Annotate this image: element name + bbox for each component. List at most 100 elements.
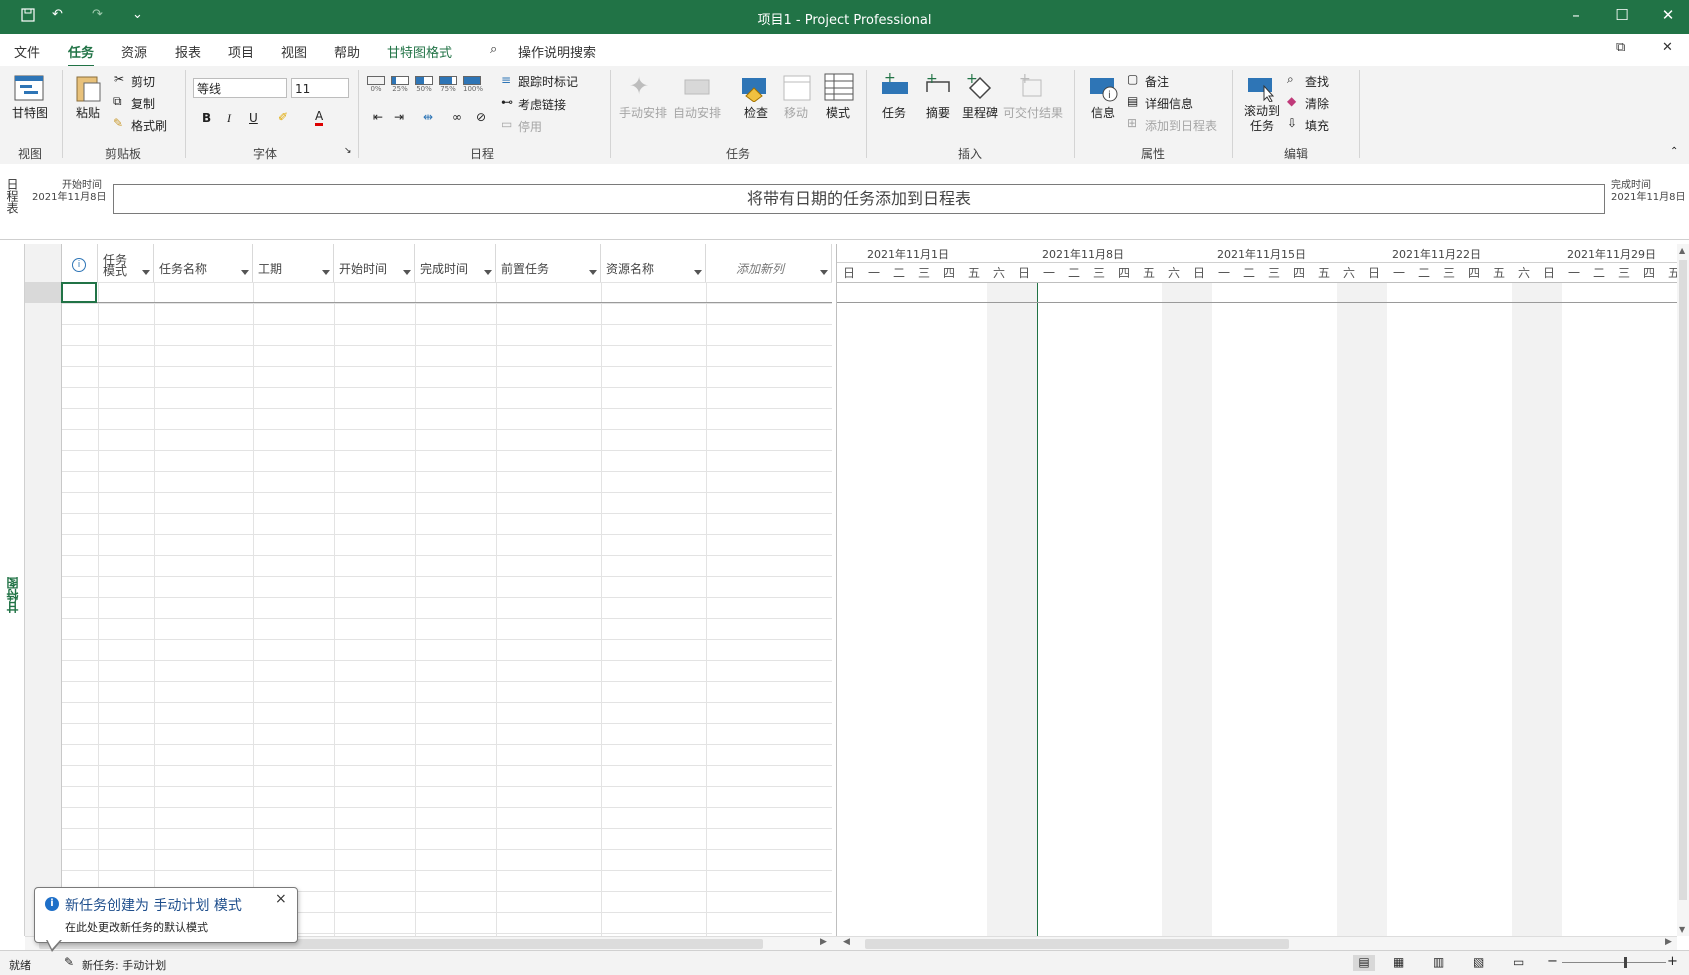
summary-button[interactable]: 摘要 bbox=[922, 104, 954, 121]
col-add-new[interactable]: 添加新列 bbox=[706, 244, 832, 282]
format-painter-button[interactable]: 格式刷 bbox=[131, 117, 167, 134]
dropdown-arrow-icon[interactable] bbox=[142, 270, 150, 275]
col-resource-names[interactable]: 资源名称 bbox=[601, 244, 706, 282]
tell-me-search[interactable]: 操作说明搜索 bbox=[518, 42, 596, 61]
active-cell[interactable] bbox=[61, 282, 97, 303]
gantt-chart-icon[interactable] bbox=[14, 74, 44, 102]
scroll-to-task-icon[interactable] bbox=[1246, 74, 1276, 103]
notice-close-icon[interactable]: × bbox=[275, 891, 287, 907]
underline-button[interactable]: U bbox=[249, 111, 258, 125]
milestone-icon[interactable]: + bbox=[964, 71, 994, 100]
zoom-out-icon[interactable]: − bbox=[1547, 954, 1558, 969]
italic-button[interactable]: I bbox=[227, 111, 231, 126]
status-new-task-mode[interactable]: 新任务: 手动计划 bbox=[82, 957, 166, 973]
fill-button[interactable]: 填充 bbox=[1305, 117, 1329, 134]
pct-25-button[interactable]: 25% bbox=[391, 76, 409, 93]
zoom-slider-thumb[interactable] bbox=[1624, 957, 1627, 968]
dropdown-arrow-icon[interactable] bbox=[484, 270, 492, 275]
mode-button[interactable]: 模式 bbox=[822, 104, 854, 121]
scroll-to-task-button[interactable]: 滚动到 任务 bbox=[1240, 104, 1284, 134]
copy-icon[interactable]: ⧉ bbox=[113, 94, 122, 109]
font-name-combo[interactable]: 等线 bbox=[193, 78, 287, 98]
cut-button[interactable]: 剪切 bbox=[131, 73, 155, 90]
restore-ribbon-icon[interactable]: ⧉ bbox=[1616, 40, 1625, 55]
mark-on-track-button[interactable]: 跟踪时标记 bbox=[518, 73, 578, 90]
menu-resource[interactable]: 资源 bbox=[121, 42, 147, 61]
highlight-icon[interactable]: ✐ bbox=[278, 110, 288, 124]
notes-button[interactable]: 备注 bbox=[1145, 73, 1169, 90]
col-predecessors[interactable]: 前置任务 bbox=[496, 244, 601, 282]
menu-gantt-format[interactable]: 甘特图格式 bbox=[387, 42, 452, 61]
respect-links-icon[interactable]: ⊷ bbox=[501, 95, 513, 109]
outdent-icon[interactable]: ⇤ bbox=[373, 110, 383, 124]
col-task-name[interactable]: 任务名称 bbox=[154, 244, 253, 282]
auto-schedule-button[interactable]: 自动安排 bbox=[672, 104, 722, 121]
col-task-mode[interactable]: 任务 模式 bbox=[98, 244, 154, 282]
menu-help[interactable]: 帮助 bbox=[334, 42, 360, 61]
resource-sheet-icon[interactable]: ▧ bbox=[1473, 955, 1484, 969]
col-duration[interactable]: 工期 bbox=[253, 244, 334, 282]
dropdown-arrow-icon[interactable] bbox=[403, 270, 411, 275]
deliverable-icon[interactable]: + bbox=[1017, 71, 1047, 100]
split-task-icon[interactable]: ⇹ bbox=[423, 110, 433, 124]
menu-task[interactable]: 任务 bbox=[68, 42, 95, 68]
pin-icon[interactable]: ✦ bbox=[629, 72, 659, 100]
scroll-down-icon[interactable]: ▼ bbox=[1679, 925, 1685, 934]
notes-icon[interactable]: ▢ bbox=[1127, 72, 1138, 86]
milestone-button[interactable]: 里程碑 bbox=[960, 104, 1000, 121]
collapse-ribbon-icon[interactable]: ⌃ bbox=[1670, 146, 1678, 157]
information-button[interactable]: 信息 bbox=[1086, 104, 1120, 121]
task-insert-icon[interactable]: + bbox=[880, 70, 910, 100]
copy-button[interactable]: 复制 bbox=[131, 95, 155, 112]
minimize-icon[interactable]: – bbox=[1566, 6, 1586, 24]
mode-icon[interactable] bbox=[824, 72, 854, 101]
dropdown-arrow-icon[interactable] bbox=[820, 270, 828, 275]
dropdown-arrow-icon[interactable] bbox=[589, 270, 597, 275]
pct-0-button[interactable]: 0% bbox=[367, 76, 385, 93]
scroll-up-icon[interactable]: ▲ bbox=[1679, 246, 1685, 255]
bold-button[interactable]: B bbox=[202, 111, 211, 125]
move-button[interactable]: 移动 bbox=[780, 104, 812, 121]
dropdown-arrow-icon[interactable] bbox=[694, 270, 702, 275]
auto-schedule-icon[interactable] bbox=[683, 74, 713, 102]
indent-icon[interactable]: ⇥ bbox=[394, 110, 404, 124]
link-tasks-icon[interactable]: ∞ bbox=[452, 110, 462, 124]
chart-scroll-thumb[interactable] bbox=[865, 939, 1289, 949]
selected-row-header[interactable] bbox=[25, 282, 61, 303]
team-planner-icon[interactable]: ▥ bbox=[1433, 955, 1444, 969]
menu-report[interactable]: 报表 bbox=[175, 42, 201, 61]
format-painter-icon[interactable]: ✎ bbox=[113, 116, 123, 130]
menu-file[interactable]: 文件 bbox=[14, 42, 40, 61]
inactivate-button[interactable]: 停用 bbox=[518, 118, 542, 135]
clear-icon[interactable]: ◆ bbox=[1287, 94, 1296, 108]
scroll-thumb[interactable] bbox=[1679, 260, 1687, 900]
maximize-icon[interactable]: ☐ bbox=[1612, 6, 1632, 24]
manual-schedule-button[interactable]: 手动安排 bbox=[618, 104, 668, 121]
summary-icon[interactable]: + bbox=[923, 71, 953, 100]
gantt-chart-button[interactable]: 甘特图 bbox=[10, 104, 50, 121]
inactivate-icon[interactable]: ▭ bbox=[501, 117, 512, 131]
clear-button[interactable]: 清除 bbox=[1305, 95, 1329, 112]
unlink-tasks-icon[interactable]: ⊘ bbox=[476, 110, 486, 124]
add-to-timeline-button[interactable]: 添加到日程表 bbox=[1145, 117, 1217, 134]
deliverable-button[interactable]: 可交付结果 bbox=[1002, 104, 1064, 121]
scroll-right-icon[interactable]: ▶ bbox=[820, 937, 827, 947]
task-usage-icon[interactable]: ▦ bbox=[1393, 955, 1404, 969]
col-indicators[interactable]: i bbox=[61, 244, 98, 282]
scroll-left-icon[interactable]: ◀ bbox=[843, 937, 850, 947]
report-icon[interactable]: ▭ bbox=[1513, 955, 1524, 969]
view-bar-label[interactable]: 甘特图 bbox=[4, 577, 21, 613]
menu-project[interactable]: 项目 bbox=[228, 42, 254, 61]
menu-view[interactable]: 视图 bbox=[281, 42, 307, 61]
close-window-icon[interactable]: ✕ bbox=[1658, 6, 1678, 24]
insert-task-button[interactable]: 任务 bbox=[878, 104, 910, 121]
mark-on-track-icon[interactable]: ≡ bbox=[501, 73, 511, 87]
pct-75-button[interactable]: 75% bbox=[439, 76, 457, 93]
dropdown-arrow-icon[interactable] bbox=[322, 270, 330, 275]
details-button[interactable]: 详细信息 bbox=[1145, 95, 1193, 112]
font-color-button[interactable]: A bbox=[315, 110, 324, 126]
dropdown-arrow-icon[interactable] bbox=[241, 270, 249, 275]
information-icon[interactable]: i bbox=[1088, 74, 1118, 102]
scroll-right-icon[interactable]: ▶ bbox=[1665, 937, 1672, 947]
font-dialog-launcher-icon[interactable]: ↘ bbox=[344, 146, 352, 156]
